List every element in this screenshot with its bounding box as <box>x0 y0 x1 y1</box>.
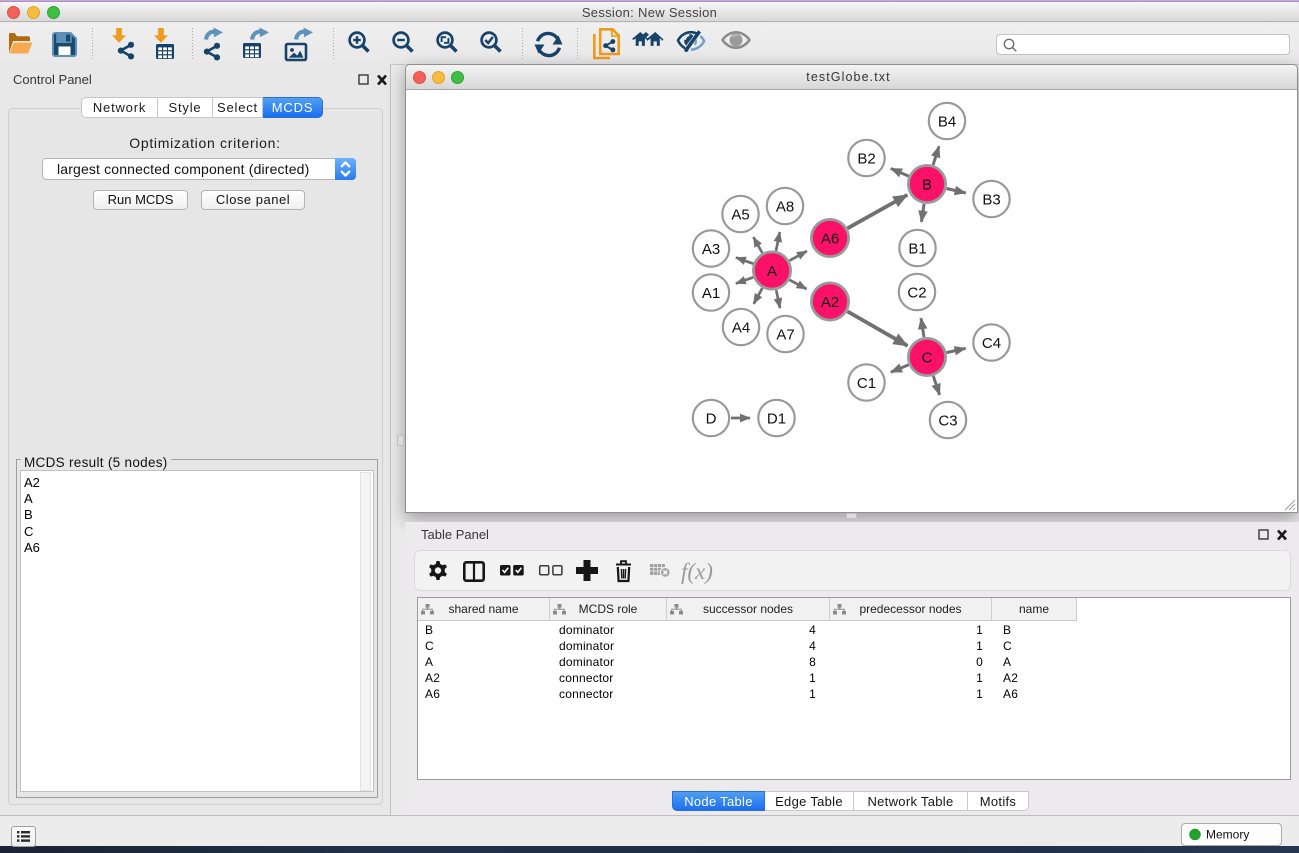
svg-text:Memory: Memory <box>1206 828 1249 842</box>
svg-text:C1: C1 <box>857 375 876 392</box>
svg-text:D: D <box>706 410 717 427</box>
svg-text:C: C <box>922 349 933 366</box>
svg-text:C2: C2 <box>907 284 926 301</box>
svg-text:A4: A4 <box>732 319 750 336</box>
svg-text:B3: B3 <box>982 191 1000 208</box>
svg-text:B2: B2 <box>857 150 875 167</box>
svg-text:A8: A8 <box>776 198 794 215</box>
svg-text:B: B <box>922 176 932 193</box>
svg-text:D1: D1 <box>767 410 786 427</box>
svg-text:B4: B4 <box>938 113 956 130</box>
svg-text:C3: C3 <box>938 412 957 429</box>
svg-text:A: A <box>767 263 777 280</box>
svg-text:A3: A3 <box>702 241 720 258</box>
svg-text:A5: A5 <box>731 206 749 223</box>
svg-text:A2: A2 <box>821 294 839 311</box>
svg-text:B1: B1 <box>908 240 926 257</box>
svg-text:A6: A6 <box>821 230 839 247</box>
svg-text:A7: A7 <box>776 326 794 343</box>
svg-text:A1: A1 <box>702 285 720 302</box>
svg-text:C4: C4 <box>982 335 1001 352</box>
svg-text:f(x): f(x) <box>681 559 713 584</box>
